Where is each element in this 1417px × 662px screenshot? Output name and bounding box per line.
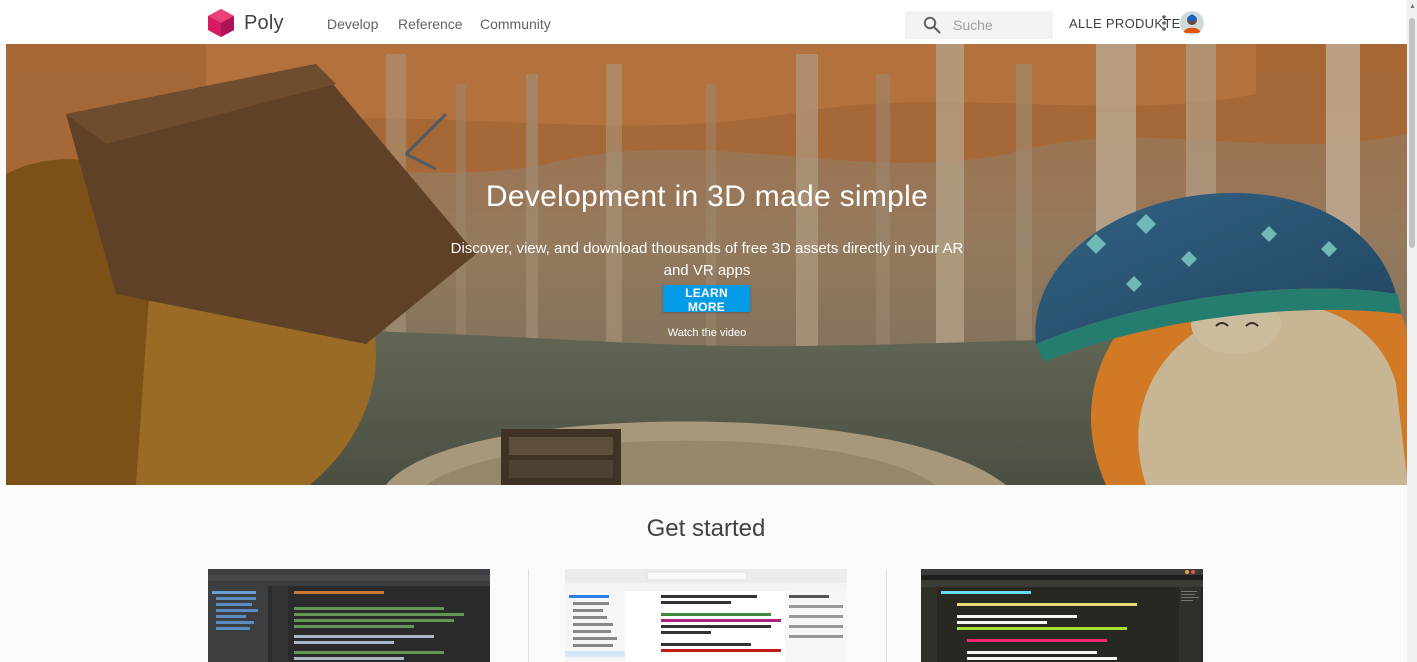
top-app-bar: Poly Develop Reference Community ALLE PR…: [0, 0, 1407, 45]
more-vert-icon[interactable]: [1159, 14, 1169, 32]
hero-banner: Development in 3D made simple Discover, …: [6, 44, 1408, 485]
sublime-text-screenshot[interactable]: [921, 569, 1203, 662]
nav-develop[interactable]: Develop: [327, 16, 378, 32]
nav-reference[interactable]: Reference: [398, 16, 463, 32]
nav-community[interactable]: Community: [480, 16, 551, 32]
xcode-screenshot[interactable]: [565, 569, 847, 662]
scrollbar-thumb[interactable]: [1409, 18, 1415, 248]
scroll-up-arrow-icon[interactable]: ▲: [1409, 3, 1416, 11]
search-box[interactable]: [905, 11, 1053, 39]
get-started-title: Get started: [646, 515, 766, 542]
search-input[interactable]: [953, 15, 1049, 35]
poly-logo-icon[interactable]: [208, 9, 234, 37]
avatar[interactable]: [1180, 11, 1204, 35]
brand-name[interactable]: Poly: [244, 12, 284, 35]
search-icon: [923, 16, 941, 34]
hero-title: Development in 3D made simple: [485, 180, 929, 213]
page-scrollbar[interactable]: ▲: [1407, 0, 1417, 662]
thumbnail-divider: [886, 569, 887, 662]
watch-video-link[interactable]: Watch the video: [6, 327, 1408, 339]
thumbnail-divider: [528, 569, 529, 662]
hero-subtitle: Discover, view, and download thousands o…: [450, 240, 964, 279]
android-studio-screenshot[interactable]: [208, 569, 490, 662]
learn-more-button[interactable]: LEARN MORE: [663, 285, 750, 314]
